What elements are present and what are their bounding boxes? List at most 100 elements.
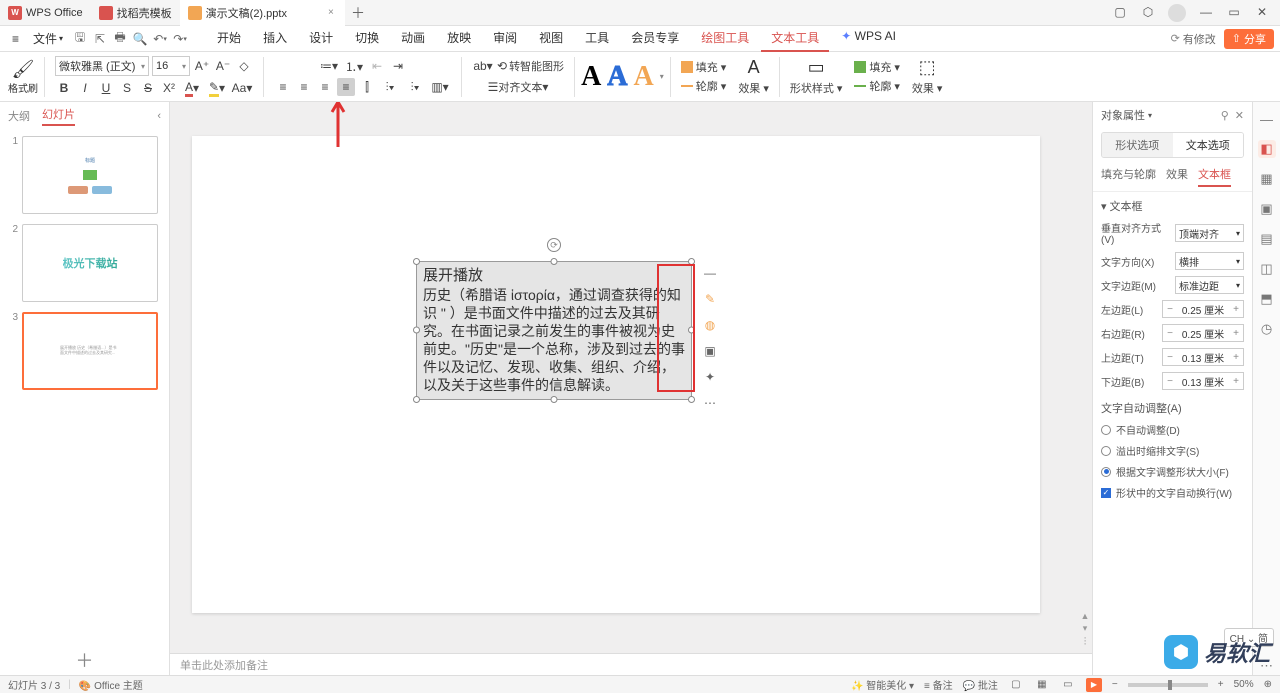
tab-view[interactable]: 视图 <box>529 25 573 52</box>
float-edit-icon[interactable]: ✎ <box>701 290 719 308</box>
comments-toggle[interactable]: 💬 批注 <box>963 677 998 692</box>
section-textbox[interactable]: ▾ 文本框 <box>1101 198 1244 214</box>
textbox-body[interactable]: 历史（希腊语 ἱστορία，通过调查获得的知识 " ）是书面文件中描述的过去及… <box>423 286 685 395</box>
sorter-view-icon[interactable]: ▦ <box>1034 678 1050 692</box>
align-right-button[interactable]: ≡ <box>316 78 334 96</box>
close-pane-icon[interactable]: ✕ <box>1235 109 1244 122</box>
dock-template-icon[interactable]: ▦ <box>1258 170 1276 188</box>
tab-design[interactable]: 设计 <box>299 25 343 52</box>
shape-outline-button[interactable]: 轮廓▾ <box>854 78 900 94</box>
underline-button[interactable]: U <box>97 79 115 97</box>
tab-start[interactable]: 开始 <box>207 25 251 52</box>
tab-transition[interactable]: 切换 <box>345 25 389 52</box>
smart-convert-button[interactable]: ⟲ 转智能图形 <box>497 57 564 75</box>
align-text-button[interactable]: ☰ 对齐文本▾ <box>488 78 549 96</box>
slides-tab[interactable]: 幻灯片 <box>42 106 75 126</box>
zoom-level[interactable]: 50% <box>1234 679 1254 690</box>
tab-slideshow[interactable]: 放映 <box>437 25 481 52</box>
tab-templates[interactable]: 找稻壳模板 <box>91 0 180 26</box>
fit-icon[interactable]: ⊕ <box>1264 679 1272 690</box>
autofit-resize-radio[interactable]: 根据文字调整形状大小(F) <box>1101 464 1244 479</box>
text-outline-button[interactable]: 轮廓▾ <box>681 78 727 94</box>
float-more-icon[interactable]: ⋯ <box>701 394 719 412</box>
tab-animation[interactable]: 动画 <box>391 25 435 52</box>
wordart-outline-style[interactable]: A <box>607 61 627 93</box>
bullets-button[interactable]: ≔▾ <box>318 57 340 75</box>
prop-tab-fill[interactable]: 填充与轮廓 <box>1101 166 1156 187</box>
superscript-button[interactable]: X² <box>160 79 178 97</box>
align-center-button[interactable]: ≡ <box>295 78 313 96</box>
close-window-icon[interactable]: ✕ <box>1254 4 1270 20</box>
text-fill-button[interactable]: 填充▾ <box>681 59 727 75</box>
notes-toggle[interactable]: ≡ 备注 <box>924 677 953 692</box>
wordart-fill-style[interactable]: A <box>581 61 601 93</box>
zoom-out-icon[interactable]: − <box>1112 679 1118 690</box>
highlight-button[interactable]: ✎▾ <box>206 79 228 97</box>
float-layer-icon[interactable]: ▣ <box>701 342 719 360</box>
avatar-icon[interactable] <box>1168 4 1186 22</box>
strike-button[interactable]: S <box>139 79 157 97</box>
bold-button[interactable]: B <box>55 79 73 97</box>
save-icon[interactable]: 🖫 <box>71 30 89 48</box>
text-direction-button[interactable]: ab▾ <box>472 57 494 75</box>
rotate-handle-icon[interactable]: ⟳ <box>547 238 561 252</box>
tab-wps-home[interactable]: W WPS Office <box>0 0 91 26</box>
slideshow-icon[interactable]: ▶ <box>1086 678 1102 692</box>
italic-button[interactable]: I <box>76 79 94 97</box>
reading-view-icon[interactable]: ▭ <box>1060 678 1076 692</box>
outline-tab[interactable]: 大纲 <box>8 108 30 124</box>
notes-bar[interactable]: 单击此处添加备注 <box>170 653 1092 675</box>
case-button[interactable]: Aa▾ <box>231 79 253 97</box>
font-color-button[interactable]: A▾ <box>181 79 203 97</box>
prop-tab-textbox[interactable]: 文本框 <box>1198 166 1231 187</box>
decrease-font-icon[interactable]: A⁻ <box>214 57 232 75</box>
shape-fill-button[interactable]: 填充▾ <box>854 59 900 75</box>
dedent-button[interactable]: ⇤ <box>368 57 386 75</box>
font-name-select[interactable]: 微软雅黑 (正文)▾ <box>55 56 149 76</box>
left-margin-spinner[interactable]: −0.25 厘米+ <box>1162 300 1244 318</box>
wordart-gradient-style[interactable]: A <box>634 61 654 93</box>
normal-view-icon[interactable]: ▢ <box>1008 678 1024 692</box>
textbox-title[interactable]: 展开播放 <box>423 266 685 286</box>
hamburger-icon[interactable]: ≡ <box>6 30 25 48</box>
dock-animation-icon[interactable]: ▤ <box>1258 230 1276 248</box>
preview-icon[interactable]: 🔍 <box>131 30 149 48</box>
shadow-button[interactable]: S <box>118 79 136 97</box>
autofit-none-radio[interactable]: 不自动调整(D) <box>1101 422 1244 437</box>
slide-thumbnail-2[interactable]: 极光下载站 <box>22 224 158 302</box>
top-margin-spinner[interactable]: −0.13 厘米+ <box>1162 348 1244 366</box>
maximize-icon[interactable]: ▭ <box>1226 4 1242 20</box>
beautify-button[interactable]: ✨ 智能美化 ▾ <box>851 677 914 692</box>
dock-history-icon[interactable]: ◷ <box>1258 320 1276 338</box>
right-margin-spinner[interactable]: −0.25 厘米+ <box>1162 324 1244 342</box>
zoom-in-icon[interactable]: + <box>1218 679 1224 690</box>
slide[interactable]: ⟳ 展开播放 历史（希腊语 ἱστορία，通过调查获得的知识 " ）是书面文件… <box>192 136 1040 613</box>
share-button[interactable]: ⇧分享 <box>1224 29 1274 49</box>
text-effect-button[interactable]: 效果▾ <box>738 80 769 96</box>
dock-design-icon[interactable]: ◧ <box>1258 140 1276 158</box>
columns-button[interactable]: ▥▾ <box>429 78 451 96</box>
slide-thumbnail-1[interactable]: 标题 <box>22 136 158 214</box>
minimize-icon[interactable]: — <box>1198 4 1214 20</box>
tab-member[interactable]: 会员专享 <box>621 25 689 52</box>
window-restore-icon[interactable]: ▢ <box>1112 4 1128 20</box>
para-spacing-button[interactable]: ⫶▾ <box>404 78 426 96</box>
wrap-checkbox[interactable]: ✓形状中的文字自动换行(W) <box>1101 485 1244 500</box>
bottom-margin-spinner[interactable]: −0.13 厘米+ <box>1162 372 1244 390</box>
collapse-panel-icon[interactable]: ‹ <box>157 110 161 122</box>
float-fill-icon[interactable]: ◍ <box>701 316 719 334</box>
vertical-scrollbar[interactable]: ▲▾⫶ <box>1078 102 1092 653</box>
pin-icon[interactable]: ⚲ <box>1221 109 1229 122</box>
add-tab-button[interactable]: ＋ <box>345 3 371 23</box>
float-magic-icon[interactable]: ✦ <box>701 368 719 386</box>
add-slide-button[interactable]: ＋ <box>0 645 169 675</box>
file-menu[interactable]: 文件▾ <box>27 28 69 49</box>
undo-icon[interactable]: ↶▾ <box>151 30 169 48</box>
float-dash-icon[interactable]: — <box>701 264 719 282</box>
prop-tab-effect[interactable]: 效果 <box>1166 166 1188 187</box>
zoom-slider[interactable] <box>1128 683 1208 687</box>
slide-thumbnail-3[interactable]: 展开播放 历史（希腊语...）是书面文件中描述的过去及其研究... <box>22 312 158 390</box>
tab-drawing-tools[interactable]: 绘图工具 <box>691 25 759 52</box>
margin-select[interactable]: 标准边距▾ <box>1175 276 1244 294</box>
valign-select[interactable]: 顶端对齐▾ <box>1175 224 1244 242</box>
